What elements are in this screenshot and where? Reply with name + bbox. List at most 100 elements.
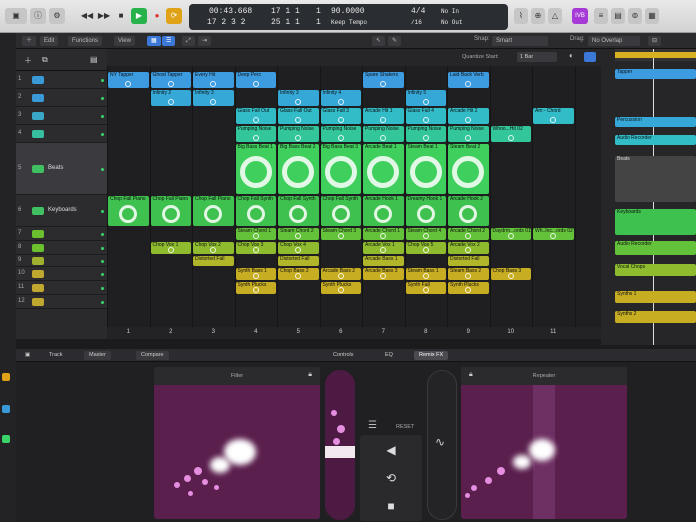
live-loop-cell[interactable]: Arcade Hit 2 bbox=[448, 108, 489, 124]
lcd-tempo[interactable]: 90.0000 bbox=[331, 7, 365, 16]
count-in-icon[interactable]: ⊕ bbox=[531, 8, 545, 24]
live-loop-cell[interactable]: Distorted Fall bbox=[278, 256, 319, 266]
live-loop-cell[interactable]: Big Bass Beat 1 bbox=[235, 144, 276, 194]
live-loop-cell[interactable]: Chop Vox 4 bbox=[278, 242, 319, 254]
view-menu[interactable]: View bbox=[114, 36, 135, 46]
track-active-icon[interactable] bbox=[101, 233, 104, 236]
track-header[interactable]: 12 bbox=[16, 295, 107, 309]
live-loop-cell[interactable]: Wh..Inc...ords 02 bbox=[533, 228, 574, 240]
live-loop-cell[interactable]: Laid Back Verb bbox=[448, 72, 489, 88]
user-badge[interactable]: IVB bbox=[572, 8, 588, 24]
live-loop-cell[interactable]: Arcade Hook 1 bbox=[363, 196, 404, 226]
region-lane[interactable]: Audio Recorder bbox=[615, 241, 696, 255]
live-loop-cell[interactable]: NY Tapper bbox=[108, 72, 149, 88]
drag-dropdown[interactable]: No Overlap bbox=[588, 36, 640, 46]
repeater-xy-pad[interactable]: Repeater 🔒︎ bbox=[461, 367, 627, 519]
scene-trigger-button[interactable]: 4 bbox=[251, 329, 261, 337]
live-loop-cell[interactable]: Glass Fall 4 bbox=[405, 108, 446, 124]
live-loop-cell[interactable]: Steam Bass 1 bbox=[405, 268, 446, 280]
live-loop-cell[interactable]: Infinity 3 bbox=[278, 90, 319, 106]
live-loop-cell[interactable]: Glass Fall 3 bbox=[320, 108, 361, 124]
live-loop-cell[interactable]: Pumping Noise bbox=[278, 126, 319, 142]
live-loop-cell[interactable]: Arcade Bass 2 bbox=[320, 268, 361, 280]
panel-icon[interactable]: ▣ bbox=[20, 351, 35, 360]
live-loop-cell[interactable]: Distorted Fall bbox=[448, 256, 489, 266]
grid-mode-icon[interactable] bbox=[584, 52, 596, 62]
live-loop-cell[interactable]: Chop Fall Piano bbox=[193, 196, 234, 226]
live-loop-cell[interactable]: Daydrm...ords 01 bbox=[490, 228, 531, 240]
region-lane[interactable]: Tapper bbox=[615, 69, 696, 79]
downsampler-slider[interactable]: ∿ bbox=[427, 370, 457, 520]
tuner-icon[interactable]: ⌇ bbox=[514, 8, 528, 24]
track-active-icon[interactable] bbox=[101, 247, 104, 250]
flex-icon[interactable]: ⤢ bbox=[182, 36, 195, 46]
live-loop-cell[interactable]: Steam Beat 2 bbox=[448, 144, 489, 194]
catch-icon[interactable]: ⇥ bbox=[198, 36, 212, 46]
add-icon[interactable]: ＋ bbox=[24, 55, 32, 66]
scene-trigger-button[interactable]: 11 bbox=[548, 329, 558, 337]
notes-icon[interactable]: ▤ bbox=[611, 8, 625, 24]
track-header[interactable]: 8 bbox=[16, 241, 107, 255]
track-active-icon[interactable] bbox=[101, 133, 104, 136]
track-active-icon[interactable] bbox=[101, 260, 104, 263]
live-loop-cell[interactable]: Chop Fall Synth bbox=[320, 196, 361, 226]
live-loop-cell[interactable]: Pumping Noise bbox=[405, 126, 446, 142]
lcd-tempo-mode[interactable]: Keep Tempo bbox=[331, 19, 367, 26]
region-lane[interactable]: Vocal Chops bbox=[615, 264, 696, 276]
live-loop-cell[interactable]: Deep Perc bbox=[235, 72, 276, 88]
live-loop-cell[interactable]: Glass Fall Out bbox=[235, 108, 276, 124]
live-loop-cell[interactable]: Pumping Noise bbox=[320, 126, 361, 142]
scene-trigger-button[interactable]: 6 bbox=[336, 329, 346, 337]
live-loop-cell[interactable]: Chop Vox 1 bbox=[150, 242, 191, 254]
smart-controls-button[interactable]: ⚙ bbox=[49, 8, 65, 24]
pencil-tool-icon[interactable]: ✎ bbox=[388, 36, 402, 46]
live-loop-cell[interactable]: Chop Fall Piano bbox=[108, 196, 149, 226]
track-header[interactable]: 3 bbox=[16, 107, 107, 125]
live-loop-cell[interactable]: Chop Fall Synth bbox=[235, 196, 276, 226]
live-loop-cell[interactable]: Chop Bass 3 bbox=[490, 268, 531, 280]
live-loop-cell[interactable]: Distorted Fall bbox=[193, 256, 234, 266]
add-track-button[interactable]: ＋ bbox=[22, 36, 37, 46]
tab-eq[interactable]: EQ bbox=[380, 351, 398, 360]
track-header[interactable]: 1 bbox=[16, 71, 107, 89]
live-loop-cell[interactable]: Am - Chord bbox=[533, 108, 574, 124]
wobble-slider[interactable] bbox=[325, 370, 355, 520]
live-loop-cell[interactable]: Steam Chord 4 bbox=[405, 228, 446, 240]
live-loop-cell[interactable]: Synth Bass 1 bbox=[235, 268, 276, 280]
live-loop-cell[interactable]: Chop Vox 2 bbox=[193, 242, 234, 254]
track-header[interactable]: 2 bbox=[16, 89, 107, 107]
region-lane[interactable]: Synths 1 bbox=[615, 291, 696, 303]
menu-icon[interactable]: ☰ bbox=[368, 420, 377, 431]
scene-trigger-button[interactable]: 9 bbox=[463, 329, 473, 337]
track-header[interactable]: 11 bbox=[16, 281, 107, 295]
tape-stop-icon[interactable]: ■ bbox=[360, 493, 422, 520]
live-loop-cell[interactable]: Synth Plucks bbox=[235, 282, 276, 294]
live-loop-cell[interactable]: Ghost Tapper bbox=[150, 72, 191, 88]
region-lane[interactable]: Beats bbox=[615, 156, 696, 202]
live-loop-cell[interactable]: Every Hit bbox=[193, 72, 234, 88]
live-loop-cell[interactable]: Arcade Chord 2 bbox=[448, 228, 489, 240]
live-loop-cell[interactable]: Big Bass Beat 3 bbox=[320, 144, 361, 194]
track-header[interactable]: 5 Beats bbox=[16, 143, 107, 195]
track-active-icon[interactable] bbox=[101, 168, 104, 171]
live-loop-cell[interactable]: Arcade Bass 3 bbox=[363, 268, 404, 280]
track-header[interactable]: 4 bbox=[16, 125, 107, 143]
region-lane[interactable]: Keyboards bbox=[615, 209, 696, 235]
lcd-division[interactable]: /16 bbox=[411, 19, 422, 26]
track-active-icon[interactable] bbox=[101, 301, 104, 304]
region-lane[interactable]: Synths 2 bbox=[615, 311, 696, 323]
scene-trigger-button[interactable]: 5 bbox=[293, 329, 303, 337]
live-loop-cell[interactable]: Arcade Chord 1 bbox=[363, 228, 404, 240]
lock-icon[interactable]: 🔒︎ bbox=[308, 371, 312, 379]
forward-icon[interactable]: ▶▶ bbox=[97, 8, 111, 24]
live-loop-cell[interactable]: Infinity 5 bbox=[405, 90, 446, 106]
live-loop-cell[interactable]: Chop Fall Piano bbox=[150, 196, 191, 226]
scene-trigger-button[interactable]: 7 bbox=[378, 329, 388, 337]
snap-dropdown[interactable]: Smart bbox=[492, 36, 548, 46]
browser-icon[interactable]: ▦ bbox=[645, 8, 659, 24]
cycle-button[interactable]: ⟳ bbox=[166, 8, 182, 24]
list-editors-icon[interactable]: ≡ bbox=[594, 8, 608, 24]
record-icon[interactable]: ● bbox=[150, 8, 164, 24]
reverse-icon[interactable]: ◀ bbox=[360, 437, 422, 464]
live-loop-cell[interactable]: Whoo...Hit 02 bbox=[490, 126, 531, 142]
